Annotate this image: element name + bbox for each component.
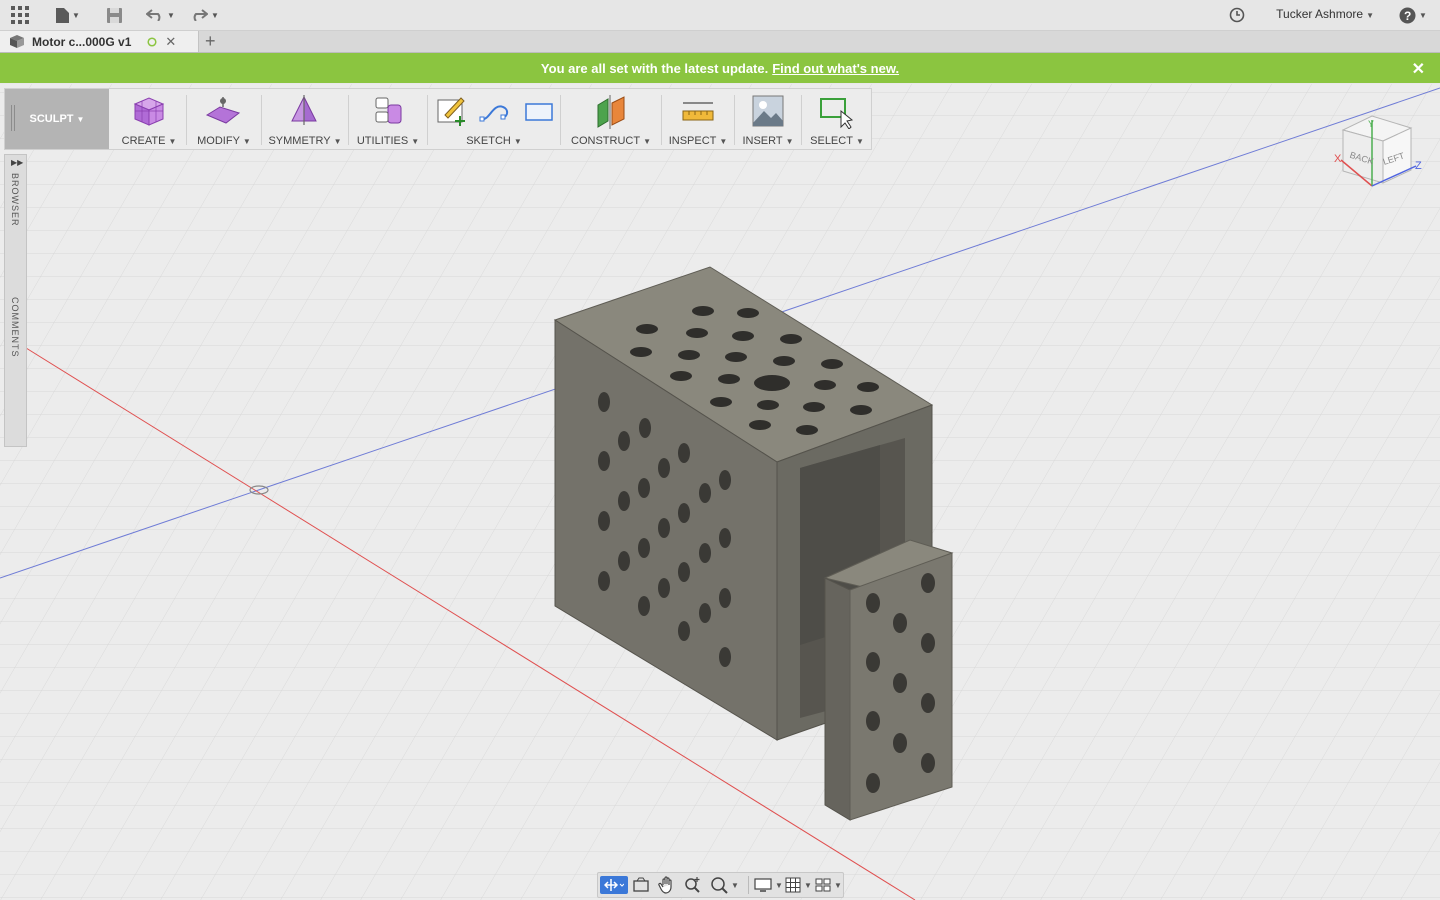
browser-tab[interactable]: BROWSER	[10, 173, 20, 227]
workspace-label: SCULPT	[29, 113, 74, 125]
fit-button[interactable]: ▼	[710, 876, 739, 894]
svg-text:?: ?	[1404, 9, 1411, 23]
grid-settings-button[interactable]: ▼	[785, 876, 812, 894]
axis-x-label: X	[1334, 153, 1342, 165]
axis-y-label: Y	[1368, 119, 1374, 129]
user-name: Tucker Ashmore	[1276, 7, 1364, 21]
grid-settings-icon	[785, 877, 801, 893]
main-toolbar: SCULPT ▼ CREATE ▼ MODIFY ▼ SYMMETRY ▼ UTILIT…	[4, 88, 872, 150]
select-window-icon	[820, 98, 853, 129]
insert-menu[interactable]: INSERT ▼	[736, 89, 800, 149]
create-menu[interactable]: CREATE ▼	[113, 89, 185, 149]
toolbar-grip[interactable]	[11, 105, 15, 131]
save-button[interactable]	[107, 5, 122, 25]
file-icon	[56, 7, 69, 23]
update-banner: You are all set with the latest update. …	[0, 53, 1440, 83]
viewports-icon	[815, 878, 831, 892]
utilities-menu[interactable]: UTILITIES ▼	[350, 89, 426, 149]
construct-menu[interactable]: CONSTRUCT ▼	[562, 89, 660, 149]
banner-message: You are all set with the latest update.	[540, 60, 769, 76]
redo-button[interactable]: ▼	[190, 5, 219, 25]
utilities-icon	[375, 97, 402, 124]
user-menu[interactable]: Tucker Ashmore ▼	[1276, 7, 1374, 21]
create-sketch-icon	[437, 97, 465, 126]
select-menu[interactable]: SELECT ▼	[803, 89, 871, 149]
symmetry-label: SYMMETRY	[268, 135, 331, 147]
close-tab-icon[interactable]: ✕	[165, 34, 176, 50]
document-title: Motor c...000G v1	[32, 34, 132, 49]
pan-button[interactable]	[658, 876, 676, 894]
orbit-icon	[604, 879, 624, 891]
spline-icon	[479, 105, 509, 122]
help-button[interactable]: ? ▼	[1399, 5, 1427, 25]
component-icon	[10, 35, 24, 48]
zoom-icon	[685, 877, 700, 893]
measure-ruler-icon	[682, 102, 714, 121]
application-bar: ▼ ▼ ▼ Tucker Ashmore ▼ ? ▼	[0, 0, 1440, 31]
workspace-switcher[interactable]: SCULPT ▼	[5, 89, 109, 149]
expand-browser-icon[interactable]: ▶▶	[11, 158, 23, 167]
modify-surface-icon	[206, 97, 240, 124]
sync-status-icon	[147, 36, 157, 47]
file-menu-button[interactable]: ▼	[56, 5, 80, 25]
history-clock-icon	[1229, 7, 1245, 23]
job-status-button[interactable]	[1229, 5, 1245, 25]
construct-plane-icon	[597, 95, 625, 129]
document-tab[interactable]: Motor c...000G v1 ✕	[0, 31, 199, 52]
construct-label: CONSTRUCT	[571, 135, 641, 147]
new-tab-button[interactable]: +	[205, 31, 216, 51]
display-settings-icon	[754, 878, 772, 892]
navigation-bar: ▼ ▼ ▼ ▼	[597, 872, 844, 898]
document-tab-bar: Motor c...000G v1 ✕ +	[0, 31, 1440, 53]
apps-grid-icon[interactable]	[11, 5, 29, 25]
whats-new-link[interactable]: Find out what's new.	[772, 61, 899, 76]
create-label: CREATE	[121, 135, 166, 147]
look-at-button[interactable]	[632, 876, 650, 894]
look-at-icon	[633, 877, 649, 892]
utilities-label: UTILITIES	[356, 135, 409, 147]
save-icon	[107, 7, 122, 23]
modify-label: MODIFY	[197, 135, 240, 147]
zoom-button[interactable]	[684, 876, 702, 894]
help-icon: ?	[1399, 7, 1416, 23]
browser-side-panel[interactable]: ▶▶ BROWSER COMMENTS	[4, 154, 27, 447]
symmetry-icon	[291, 95, 317, 125]
pan-icon	[658, 876, 672, 894]
undo-button[interactable]: ▼	[146, 5, 175, 25]
select-label: SELECT	[810, 135, 853, 147]
insert-label: INSERT	[742, 135, 783, 147]
fit-icon	[711, 877, 728, 894]
sketch-label: SKETCH	[466, 135, 511, 147]
viewport-canvas[interactable]: BACK LEFT X Y Z	[0, 84, 1440, 900]
undo-icon	[146, 9, 161, 21]
rectangle-icon	[525, 103, 553, 121]
display-settings-button[interactable]: ▼	[754, 876, 783, 894]
inspect-menu[interactable]: INSPECT ▼	[663, 89, 733, 149]
redo-icon	[193, 9, 208, 21]
viewports-button[interactable]: ▼	[815, 876, 842, 894]
close-banner-icon[interactable]: ✕	[1412, 59, 1425, 79]
insert-image-icon	[752, 95, 784, 127]
model-slide-panel[interactable]	[823, 539, 954, 821]
inspect-label: INSPECT	[668, 135, 717, 147]
modify-menu[interactable]: MODIFY ▼	[188, 89, 260, 149]
comments-tab[interactable]: COMMENTS	[10, 297, 20, 358]
axis-z-label: Z	[1415, 160, 1422, 172]
create-box-icon	[133, 97, 165, 126]
sketch-menu[interactable]: SKETCH ▼	[429, 89, 559, 149]
orbit-button[interactable]	[600, 876, 628, 894]
symmetry-menu[interactable]: SYMMETRY ▼	[263, 89, 347, 149]
